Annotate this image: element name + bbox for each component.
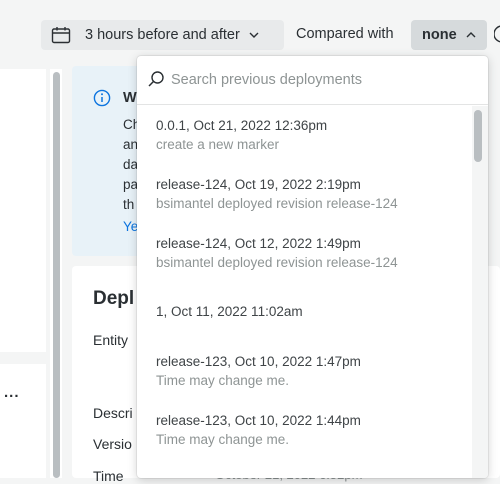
left-panel-lower xyxy=(0,364,46,478)
deployment-option-title: release-123, Oct 10, 2022 1:44pm xyxy=(156,413,361,428)
deployment-option[interactable]: release-123, Oct 10, 2022 1:47pm Time ma… xyxy=(137,341,472,400)
deployment-option[interactable]: 1, Oct 11, 2022 11:02am xyxy=(137,282,472,341)
search-icon xyxy=(148,71,164,87)
info-callout-text: an xyxy=(123,137,139,152)
left-panel xyxy=(0,69,46,352)
deployment-option-subtitle: Time may change me. xyxy=(156,432,290,447)
info-callout-title: W xyxy=(123,90,137,106)
toolbar: 3 hours before and after Compared with n… xyxy=(0,0,500,64)
chevron-down-icon xyxy=(249,32,259,38)
deployment-option-subtitle: create a new marker xyxy=(156,137,280,152)
deployment-option-title: release-123, Oct 10, 2022 1:47pm xyxy=(156,354,361,369)
deployment-option-title: 0.0.1, Oct 21, 2022 12:36pm xyxy=(156,118,328,133)
deployment-option-subtitle: bsimantel deployed revision release-124 xyxy=(156,196,398,211)
info-callout-text: da xyxy=(123,157,139,172)
time-range-button[interactable]: 3 hours before and after xyxy=(41,20,284,50)
deployment-option[interactable]: release-124, Oct 19, 2022 2:19pm bsimant… xyxy=(137,164,472,223)
previous-deployments-dropdown: 0.0.1, Oct 21, 2022 12:36pm create a new… xyxy=(137,56,488,478)
clipped-edge-icon[interactable] xyxy=(494,24,500,44)
deployment-option[interactable]: release-123, Oct 10, 2022 1:44pm Time ma… xyxy=(137,400,472,459)
time-label: Time xyxy=(93,468,124,484)
info-icon xyxy=(93,89,111,107)
dropdown-scrollbar-thumb[interactable] xyxy=(474,110,482,162)
search-row xyxy=(137,56,488,105)
deployment-option[interactable]: release-124, Oct 12, 2022 1:49pm bsimant… xyxy=(137,223,472,282)
info-callout-text: pa xyxy=(123,177,139,192)
page-scrollbar-thumb[interactable] xyxy=(53,72,60,478)
info-callout-link[interactable]: Ye xyxy=(123,219,138,234)
chevron-up-icon xyxy=(466,32,476,38)
version-label: Versio xyxy=(93,436,132,452)
time-range-label: 3 hours before and after xyxy=(85,27,240,43)
compared-with-dropdown[interactable]: none xyxy=(411,20,487,50)
deployment-option[interactable]: 0.0.1, Oct 21, 2022 12:36pm create a new… xyxy=(137,105,472,164)
deployment-option-title: release-124, Oct 12, 2022 1:49pm xyxy=(156,236,361,251)
entity-label: Entity xyxy=(93,332,129,348)
deployment-option-subtitle: Time may change me. xyxy=(156,373,290,388)
info-callout-text: th xyxy=(123,197,135,212)
calendar-icon xyxy=(51,27,71,44)
description-label: Descri xyxy=(93,405,133,421)
dropdown-scrollbar-track xyxy=(472,106,488,478)
deployment-option-title: release-124, Oct 19, 2022 2:19pm xyxy=(156,177,361,192)
deployment-option-subtitle: bsimantel deployed revision release-124 xyxy=(156,255,398,270)
compared-with-value: none xyxy=(422,27,457,43)
deployment-details-title: Depl xyxy=(93,288,135,309)
more-actions-button[interactable]: ... xyxy=(4,384,20,401)
search-deployments-input[interactable] xyxy=(171,68,471,92)
deployment-option-title: 1, Oct 11, 2022 11:02am xyxy=(156,304,303,319)
compared-with-label: Compared with xyxy=(296,26,394,42)
